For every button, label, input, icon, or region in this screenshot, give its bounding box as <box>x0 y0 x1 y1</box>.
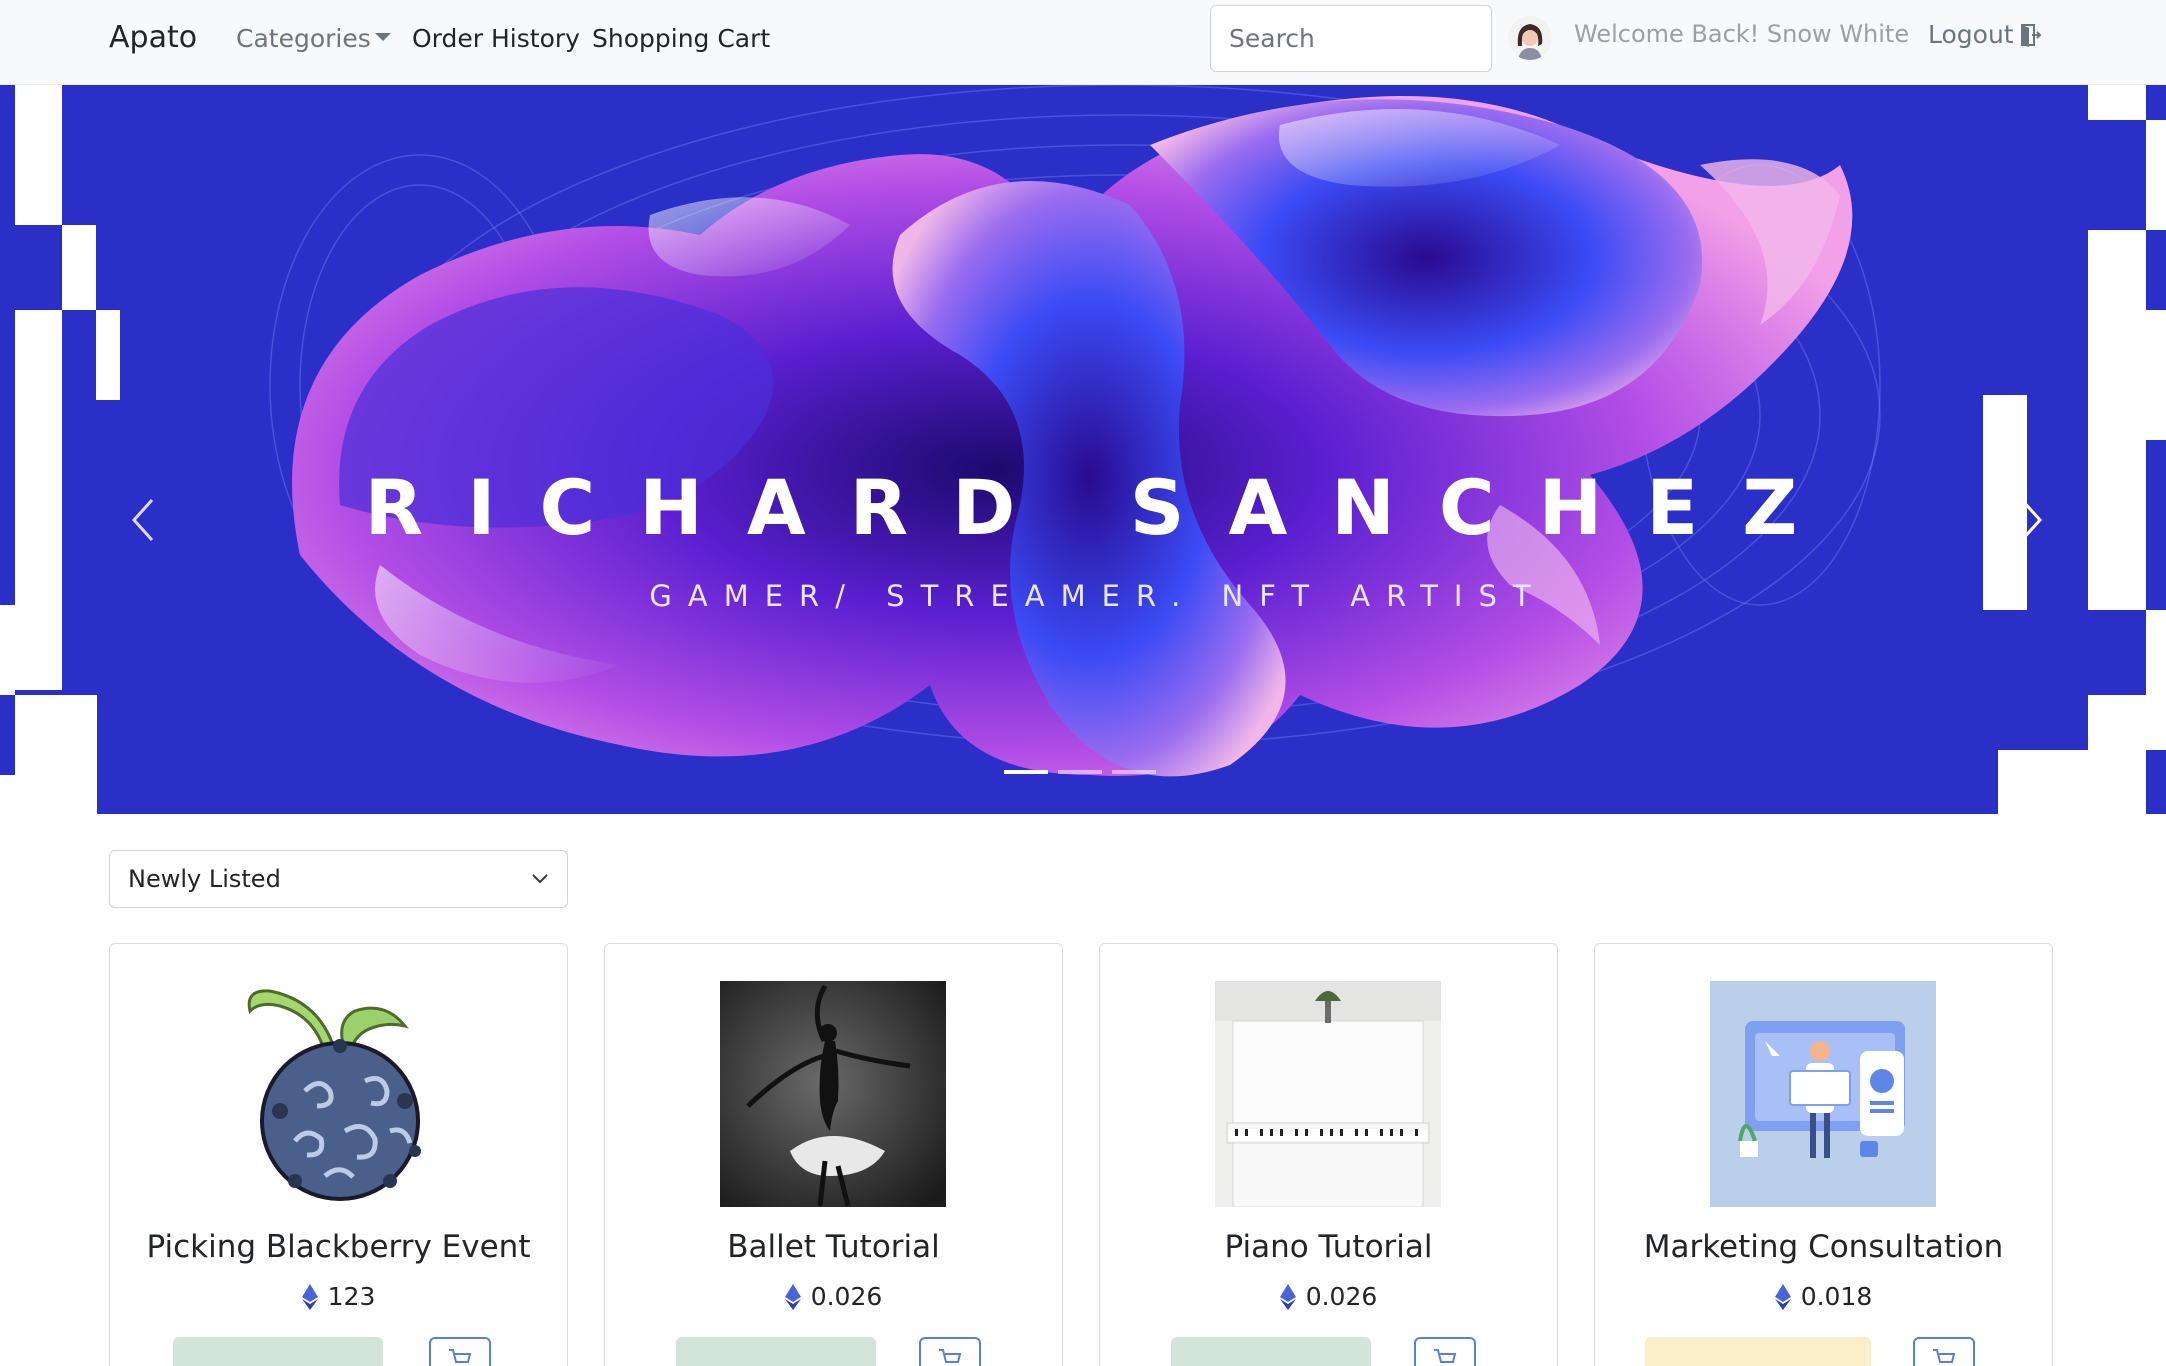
cart-icon <box>1933 1349 1956 1363</box>
logout-icon <box>2020 23 2042 47</box>
product-price: 123 <box>110 1282 567 1311</box>
product-title[interactable]: Picking Blackberry Event <box>110 1229 567 1265</box>
product-image[interactable] <box>1710 981 1936 1207</box>
sort-select[interactable]: Newly Listed <box>109 850 568 908</box>
carousel-indicator[interactable] <box>1004 770 1048 774</box>
search-input[interactable] <box>1210 5 1492 72</box>
product-card[interactable]: Marketing Consultation 0.018 <box>1594 943 2053 1366</box>
nav-order-history[interactable]: Order History <box>412 24 580 53</box>
brand-logo[interactable]: Apato <box>109 20 197 55</box>
ballet-dancer-image <box>720 981 946 1207</box>
product-price-value: 0.026 <box>1305 1282 1378 1311</box>
add-to-cart-button[interactable] <box>919 1337 981 1366</box>
piano-image <box>1215 981 1441 1207</box>
product-image[interactable] <box>225 981 451 1207</box>
chevron-down-icon <box>532 874 548 884</box>
chevron-right-icon <box>2020 498 2043 542</box>
ethereum-icon <box>301 1283 318 1310</box>
product-card[interactable]: Picking Blackberry Event 123 <box>109 943 568 1366</box>
carousel-indicator[interactable] <box>1112 770 1156 774</box>
nav-shopping-cart[interactable]: Shopping Cart <box>592 24 770 53</box>
cart-icon <box>939 1349 962 1363</box>
carousel-prev-button[interactable] <box>124 495 164 545</box>
product-image[interactable] <box>720 981 946 1207</box>
product-price: 0.026 <box>1100 1282 1557 1311</box>
product-image[interactable] <box>1215 981 1441 1207</box>
nav-categories-dropdown[interactable]: Categories <box>236 24 391 53</box>
product-title[interactable]: Ballet Tutorial <box>605 1229 1062 1265</box>
product-price: 0.026 <box>605 1282 1062 1311</box>
carousel-title: RICHARD SANCHEZ <box>364 463 1842 552</box>
product-title[interactable]: Marketing Consultation <box>1595 1229 2052 1265</box>
logout-button[interactable]: Logout <box>1928 20 2042 49</box>
carousel-indicator[interactable] <box>1058 770 1102 774</box>
add-to-cart-button[interactable] <box>1913 1337 1975 1366</box>
buy-now-button[interactable] <box>1645 1337 1871 1366</box>
product-card[interactable]: Piano Tutorial 0.026 <box>1099 943 1558 1366</box>
add-to-cart-button[interactable] <box>1414 1337 1476 1366</box>
navbar: Apato Categories Order History Shopping … <box>0 0 2166 85</box>
hero-artwork <box>0 85 2166 814</box>
ethereum-icon <box>1279 1283 1296 1310</box>
carousel-subtitle: GAMER/ STREAMER. NFT ARTIST <box>649 579 1547 613</box>
marketing-illustration-image <box>1710 981 1936 1207</box>
caret-down-icon <box>374 33 391 41</box>
add-to-cart-button[interactable] <box>429 1337 491 1366</box>
avatar-icon <box>1508 16 1552 60</box>
cart-icon <box>449 1349 472 1363</box>
chevron-left-icon <box>131 498 154 542</box>
buy-now-button[interactable] <box>173 1337 383 1366</box>
carousel-indicators <box>1004 770 1156 774</box>
product-title[interactable]: Piano Tutorial <box>1100 1229 1557 1265</box>
carousel-next-button[interactable] <box>2010 495 2050 545</box>
ethereum-icon <box>784 1283 801 1310</box>
cart-icon <box>1434 1349 1457 1363</box>
buy-now-button[interactable] <box>1171 1337 1371 1366</box>
nav-categories-label: Categories <box>236 24 371 53</box>
welcome-message: Welcome Back! Snow White <box>1574 20 1910 48</box>
sort-selected-value: Newly Listed <box>128 865 281 893</box>
logout-label: Logout <box>1928 20 2014 49</box>
product-price-value: 0.026 <box>810 1282 883 1311</box>
devil-fruit-icon <box>247 989 421 1201</box>
product-price-value: 123 <box>327 1282 376 1311</box>
product-price-value: 0.018 <box>1800 1282 1873 1311</box>
avatar[interactable] <box>1508 16 1552 60</box>
ethereum-icon <box>1774 1283 1791 1310</box>
product-price: 0.018 <box>1595 1282 2052 1311</box>
buy-now-button[interactable] <box>676 1337 876 1366</box>
product-card[interactable]: Ballet Tutorial 0.026 <box>604 943 1063 1366</box>
hero-carousel: RICHARD SANCHEZ GAMER/ STREAMER. NFT ART… <box>0 85 2166 814</box>
